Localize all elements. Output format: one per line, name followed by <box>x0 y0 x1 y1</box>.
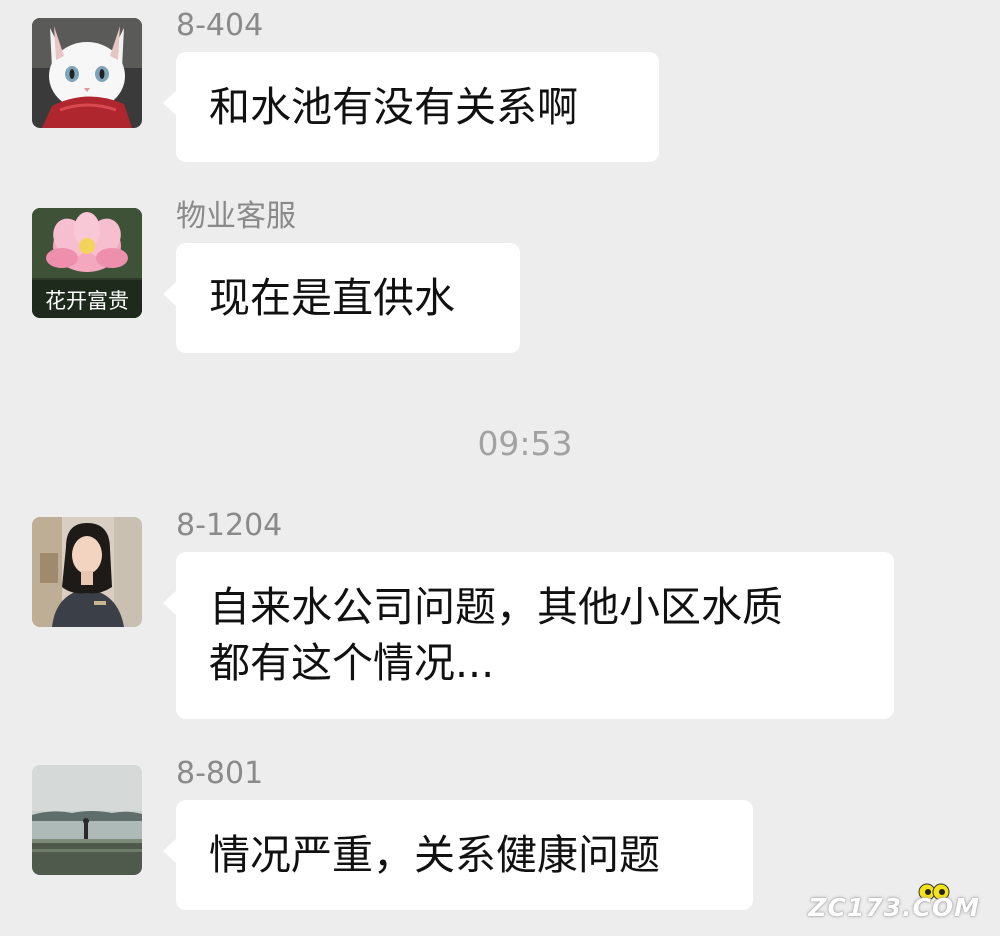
svg-text:花开富贵: 花开富贵 <box>45 289 129 313</box>
message-text: 情况严重，关系健康问题 <box>209 831 660 879</box>
sender-name: 8-801 <box>176 756 264 791</box>
avatar-woman[interactable] <box>32 517 142 627</box>
avatar-lotus[interactable]: 花开富贵 <box>32 208 142 318</box>
watermark-logo: ZC173.COM <box>808 893 980 922</box>
sender-name: 8-1204 <box>176 508 283 543</box>
message-bubble[interactable]: 自来水公司问题，其他小区水质 都有这个情况... <box>163 552 894 719</box>
lotus-avatar-icon: 花开富贵 <box>32 208 142 318</box>
lake-avatar-icon <box>32 765 142 875</box>
chat-timestamp: 09:53 <box>477 424 573 463</box>
message-bubble[interactable]: 现在是直供水 <box>163 243 520 353</box>
woman-avatar-icon <box>32 517 142 627</box>
message-text: 都有这个情况... <box>209 639 495 687</box>
cat-avatar-icon <box>32 18 142 128</box>
message-text: 自来水公司问题，其他小区水质 <box>209 583 783 631</box>
message-text: 现在是直供水 <box>209 274 455 322</box>
avatar-cat[interactable] <box>32 18 142 128</box>
sender-name: 物业客服 <box>176 199 296 234</box>
message-bubble[interactable]: 和水池有没有关系啊 <box>163 52 659 162</box>
avatar-lake[interactable] <box>32 765 142 875</box>
message-bubble[interactable]: 情况严重，关系健康问题 <box>163 800 753 910</box>
sender-name: 8-404 <box>176 8 264 43</box>
message-text: 和水池有没有关系啊 <box>209 83 578 131</box>
